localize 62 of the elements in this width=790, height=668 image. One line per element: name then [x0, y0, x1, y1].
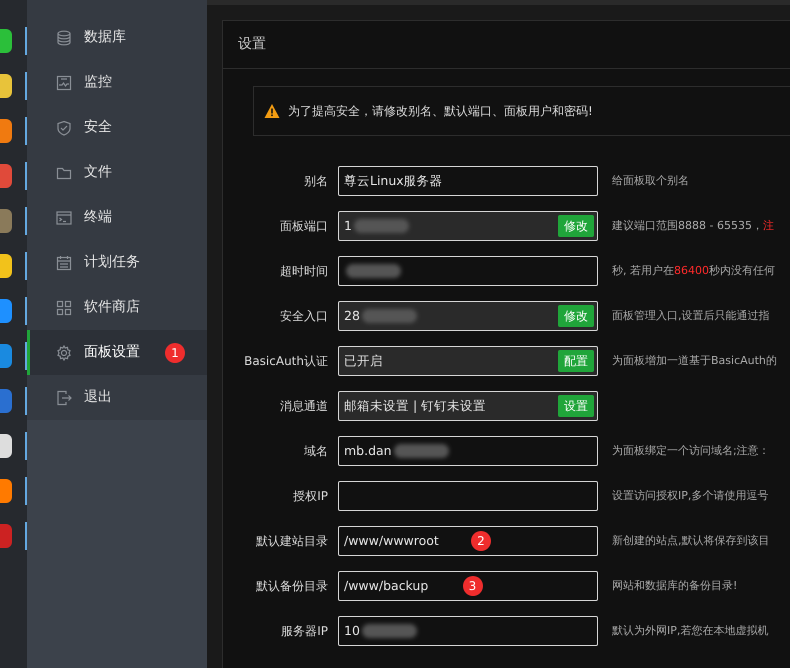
- taskbar-app-icon[interactable]: [0, 254, 12, 278]
- field-label: 默认备份目录: [255, 578, 328, 595]
- input-field[interactable]: 邮箱未设置 | 钉钉未设置 设置: [338, 391, 598, 421]
- input-field[interactable]: [338, 481, 598, 511]
- hint-text: 秒, 若用户在86400秒内没有任何: [612, 262, 775, 279]
- field-label: 默认建站目录: [255, 533, 328, 550]
- hint-text: 建议端口范围8888 - 65535，注: [612, 218, 774, 234]
- taskbar-app-icon[interactable]: [0, 119, 12, 143]
- sidebar-item[interactable]: 数据库: [27, 15, 207, 60]
- database-icon: [56, 30, 72, 46]
- logout-icon: [56, 390, 72, 406]
- hint-text: 为面板增加一道基于BasicAuth的: [612, 352, 777, 369]
- warning-icon: [264, 103, 280, 119]
- taskbar-app-icon[interactable]: [0, 434, 12, 458]
- input-field[interactable]: /www/wwwroot 2: [338, 526, 598, 556]
- hint-text: 给面板取个别名: [612, 172, 689, 189]
- field-label: 安全入口: [279, 308, 328, 325]
- input-field[interactable]: 28 修改: [338, 301, 598, 331]
- input-field[interactable]: 已开启 配置: [338, 346, 598, 376]
- field-label: 面板端口: [279, 218, 328, 235]
- hint-text: 为面板绑定一个访问域名;注意：: [612, 442, 770, 459]
- sidebar-item[interactable]: 退出: [27, 375, 207, 420]
- sidebar-item[interactable]: 终端: [27, 195, 207, 240]
- input-field[interactable]: [338, 256, 598, 286]
- field-label: 服务器IP: [280, 623, 328, 640]
- number-badge: 3: [462, 576, 482, 596]
- taskbar-app-icon[interactable]: [0, 29, 12, 53]
- grid-icon: [56, 300, 72, 316]
- input-field[interactable]: 10: [338, 616, 598, 646]
- sidebar-item[interactable]: 安全: [27, 105, 207, 150]
- panel-title: 设置: [238, 35, 266, 54]
- taskbar-app-icon[interactable]: [0, 479, 12, 503]
- warning-text: 为了提高安全，请修改别名、默认端口、面板用户和密码!: [288, 103, 593, 120]
- input-field[interactable]: /www/backup 3: [338, 571, 598, 601]
- field-label: 超时时间: [279, 263, 328, 280]
- terminal-icon: [56, 210, 72, 226]
- hint-text: 默认为外网IP,若您在本地虚拟机: [612, 622, 768, 639]
- sidebar-item[interactable]: 计划任务: [27, 240, 207, 285]
- sidebar-item[interactable]: 软件商店: [27, 285, 207, 330]
- monitor-icon: [56, 74, 72, 90]
- field-label: 域名: [303, 443, 328, 460]
- shield-icon: [56, 120, 72, 136]
- number-badge: 2: [471, 531, 491, 551]
- hint-text: 面板管理入口,设置后只能通过指: [612, 308, 770, 324]
- field-label: 消息通道: [279, 398, 328, 415]
- input-field[interactable]: 1 修改: [338, 211, 598, 241]
- field-label: 授权IP: [292, 488, 328, 505]
- sidebar-item[interactable]: 监控: [27, 60, 207, 105]
- field-label: BasicAuth认证: [243, 353, 328, 370]
- hint-text: 设置访问授权IP,多个请使用逗号: [612, 488, 768, 504]
- taskbar-app-icon[interactable]: [0, 74, 12, 98]
- sidebar-item[interactable]: 文件: [27, 150, 207, 195]
- input-field[interactable]: 尊云Linux服务器: [338, 166, 598, 196]
- settings-icon: [56, 344, 72, 360]
- number-badge: 1: [165, 342, 185, 362]
- field-label: 别名: [303, 173, 328, 190]
- hint-text: 新创建的站点,默认将保存到该目: [612, 532, 770, 549]
- calendar-icon: [56, 254, 72, 270]
- taskbar-app-icon[interactable]: [0, 299, 12, 323]
- sidebar-item[interactable]: 面板设置 1: [27, 330, 207, 375]
- hint-text: 网站和数据库的备份目录!: [612, 578, 738, 594]
- input-field[interactable]: mb.dan: [338, 436, 598, 466]
